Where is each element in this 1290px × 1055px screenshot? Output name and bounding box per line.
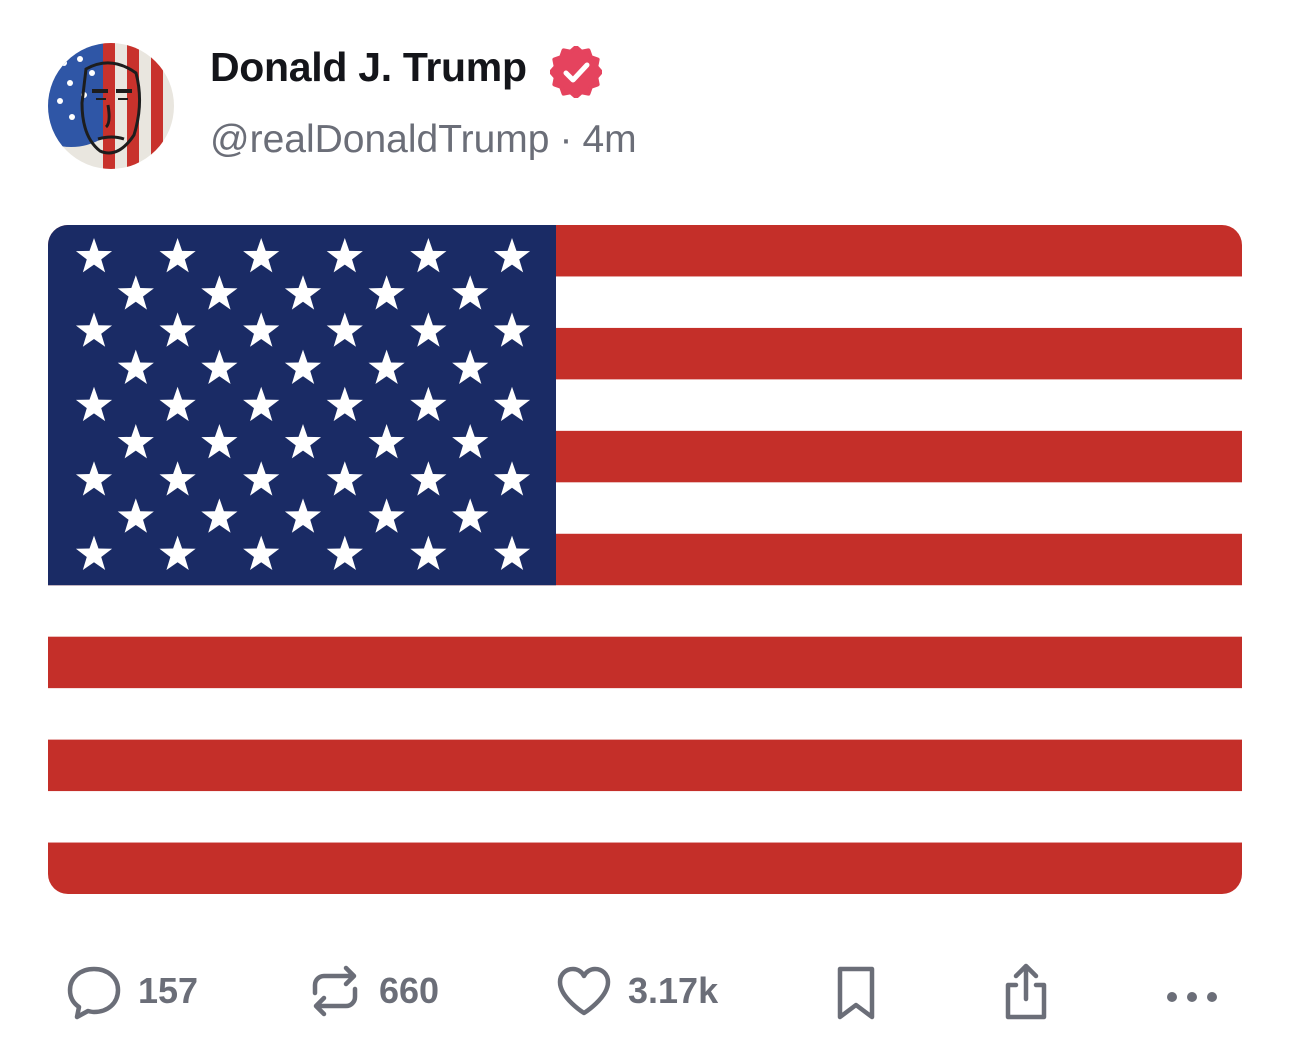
post-card: Donald J. Trump @realDonaldTrump · 4m 157 … bbox=[0, 0, 1290, 1055]
display-name[interactable]: Donald J. Trump bbox=[210, 44, 527, 91]
flag-stripe-red bbox=[48, 739, 1242, 792]
share-icon bbox=[1005, 963, 1047, 1020]
like-button[interactable]: 3.17k bbox=[554, 955, 718, 1027]
reply-count: 157 bbox=[138, 970, 199, 1011]
timestamp[interactable]: 4m bbox=[582, 118, 636, 161]
share-button[interactable] bbox=[996, 955, 1056, 1027]
retruth-count: 660 bbox=[379, 970, 440, 1011]
bookmark-button[interactable] bbox=[826, 955, 886, 1027]
avatar-image bbox=[48, 43, 174, 169]
post-image[interactable] bbox=[48, 225, 1242, 894]
bookmark-icon bbox=[837, 966, 875, 1020]
flag-stripe-white bbox=[48, 791, 1242, 844]
flag-stripe-white bbox=[48, 585, 1242, 638]
avatar[interactable] bbox=[48, 43, 174, 169]
handle[interactable]: @realDonaldTrump bbox=[210, 118, 549, 161]
like-count: 3.17k bbox=[628, 970, 719, 1011]
reply-button[interactable]: 157 bbox=[64, 955, 198, 1027]
post-meta: @realDonaldTrump · 4m bbox=[210, 118, 637, 162]
retruth-icon bbox=[312, 965, 358, 1017]
us-flag-image bbox=[48, 225, 1242, 894]
flag-stripe-red bbox=[48, 636, 1242, 689]
reply-icon bbox=[67, 966, 121, 1020]
heart-icon bbox=[557, 966, 611, 1016]
flag-stripe-white bbox=[48, 688, 1242, 741]
flag-stripe-red bbox=[48, 842, 1242, 894]
more-icon bbox=[1167, 992, 1217, 1002]
more-options-button[interactable] bbox=[1162, 955, 1222, 1027]
retruth-button[interactable]: 660 bbox=[305, 955, 439, 1027]
verified-badge-icon bbox=[550, 46, 602, 98]
meta-separator: · bbox=[559, 118, 573, 161]
